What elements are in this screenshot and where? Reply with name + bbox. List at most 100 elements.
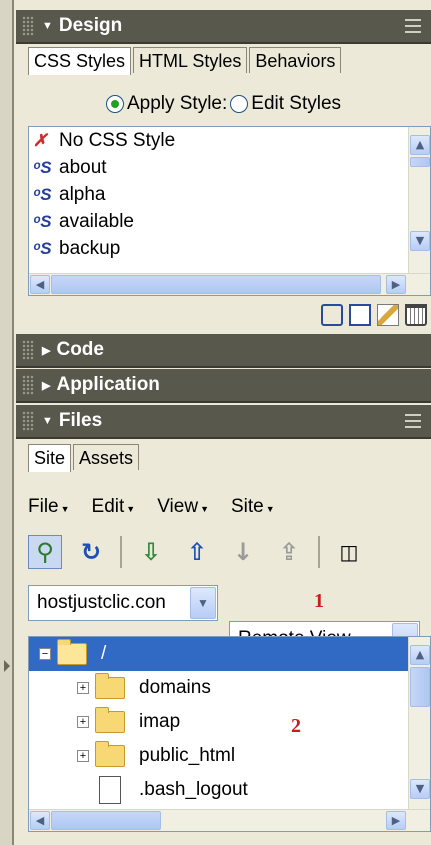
panel-options-icon[interactable] [405, 19, 421, 33]
tree-row[interactable]: − / [29, 637, 408, 671]
trash-icon[interactable] [405, 304, 427, 326]
folder-icon [95, 673, 125, 699]
scroll-down-icon[interactable]: ▼ [410, 779, 430, 799]
scroll-right-icon[interactable]: ▶ [386, 275, 406, 294]
scroll-thumb[interactable] [410, 157, 430, 167]
style-mode-radio-group: Apply Style: Edit Styles [16, 92, 431, 116]
put-files-icon[interactable]: ⇧ [180, 535, 214, 569]
menu-file[interactable]: File ▼ [28, 496, 70, 520]
gripper-icon[interactable] [22, 411, 34, 431]
panel-title: Files [58, 410, 103, 431]
tree-row[interactable]: + domains [29, 671, 408, 705]
files-toolbar: ⚲ ↻ ⇩ ⇧ ↓ ⇪ ◫ [28, 532, 431, 572]
panel-title: Code [56, 339, 104, 360]
css-toolbar [16, 304, 431, 330]
css-style-icon: ᵒS [33, 211, 52, 231]
design-panel-header[interactable]: ▼ Design [16, 10, 431, 44]
expand-icon[interactable]: + [77, 716, 89, 728]
horizontal-scrollbar[interactable]: ◀ ▶ [29, 273, 430, 295]
check-in-icon[interactable]: ⇪ [272, 535, 306, 569]
css-style-icon: ᵒS [33, 184, 52, 204]
files-panel-header[interactable]: ▼ Files [16, 405, 431, 439]
annotation-marker-2: 2 [291, 715, 301, 737]
tab-behaviors[interactable]: Behaviors [249, 47, 342, 73]
code-panel-header[interactable]: ▶ Code [16, 334, 431, 368]
scroll-left-icon[interactable]: ◀ [30, 811, 50, 830]
chevron-down-icon: ▼ [200, 504, 209, 514]
tab-assets[interactable]: Assets [73, 444, 140, 470]
list-item[interactable]: ᵒS available [29, 208, 408, 235]
site-select[interactable]: hostjustclic.con ▼ [28, 585, 218, 621]
tab-css-styles[interactable]: CSS Styles [28, 47, 132, 75]
edit-styles-label: Edit Styles [251, 93, 342, 114]
menu-edit[interactable]: Edit ▼ [92, 496, 136, 520]
scroll-down-icon[interactable]: ▼ [410, 231, 430, 251]
attach-stylesheet-icon[interactable] [321, 304, 343, 326]
chevron-down-icon: ▼ [265, 504, 275, 514]
expand-panel-icon[interactable]: ◫ [332, 535, 366, 569]
css-style-icon: ᵒS [33, 157, 52, 177]
no-style-icon: ✗ [33, 130, 48, 150]
chevron-down-icon: ▼ [60, 504, 70, 514]
chevron-down-icon[interactable]: ▼ [190, 587, 216, 619]
collapse-icon[interactable]: − [39, 648, 51, 660]
menu-view[interactable]: View ▼ [157, 496, 209, 520]
refresh-icon[interactable]: ↻ [74, 535, 108, 569]
apply-style-label: Apply Style: [126, 93, 228, 114]
tree-row[interactable]: + public_html [29, 739, 408, 773]
connect-icon[interactable]: ⚲ [28, 535, 62, 569]
scroll-up-icon[interactable]: ▲ [410, 645, 430, 665]
tree-row[interactable]: .bash_logout [29, 773, 408, 807]
scroll-left-icon[interactable]: ◀ [30, 275, 50, 294]
toolbar-separator [120, 536, 122, 568]
files-tabs: Site Assets [16, 444, 431, 472]
gripper-icon[interactable] [22, 16, 34, 36]
remote-file-tree: − / + domains + imap + public_html .bash… [28, 636, 431, 832]
collapsed-triangle-icon: ▶ [42, 379, 51, 392]
new-style-icon[interactable] [349, 304, 371, 326]
gripper-icon[interactable] [22, 375, 34, 395]
apply-style-radio[interactable] [105, 95, 124, 113]
scroll-thumb[interactable] [410, 667, 430, 707]
panel-options-icon[interactable] [405, 414, 421, 428]
collapse-arrow-icon[interactable] [4, 660, 10, 672]
horizontal-scrollbar[interactable]: ◀ ▶ [29, 809, 430, 831]
gripper-icon[interactable] [22, 340, 34, 360]
application-panel-header[interactable]: ▶ Application [16, 369, 431, 403]
get-files-icon[interactable]: ⇩ [134, 535, 168, 569]
collapsed-triangle-icon: ▶ [42, 344, 51, 357]
scroll-thumb[interactable] [51, 811, 161, 830]
list-item[interactable]: ᵒS about [29, 154, 408, 181]
chevron-down-icon: ▼ [126, 504, 136, 514]
scroll-up-icon[interactable]: ▲ [410, 135, 430, 155]
folder-icon [95, 741, 125, 767]
scroll-right-icon[interactable]: ▶ [386, 811, 406, 830]
panel-title: Design [58, 15, 123, 36]
list-item[interactable]: ᵒS alpha [29, 181, 408, 208]
list-item[interactable]: ᵒS backup [29, 235, 408, 262]
vertical-scrollbar[interactable]: ▲ ▼ [408, 637, 430, 811]
panel-title: Application [56, 374, 160, 395]
list-item[interactable]: ✗ No CSS Style [29, 127, 408, 154]
check-out-icon[interactable]: ↓ [226, 535, 260, 569]
vertical-scrollbar[interactable]: ▲ ▼ [408, 127, 430, 275]
tab-html-styles[interactable]: HTML Styles [133, 47, 248, 73]
design-tabs: CSS Styles HTML Styles Behaviors [16, 47, 431, 75]
panel-dock-strip [0, 0, 14, 845]
edit-styles-radio[interactable] [230, 95, 249, 113]
expanded-triangle-icon: ▼ [42, 20, 53, 32]
file-icon [99, 776, 121, 804]
folder-icon [95, 707, 125, 733]
scroll-thumb[interactable] [51, 275, 381, 294]
toolbar-separator [318, 536, 320, 568]
tab-site[interactable]: Site [28, 444, 72, 472]
expand-icon[interactable]: + [77, 682, 89, 694]
menu-site[interactable]: Site ▼ [231, 496, 275, 520]
css-style-icon: ᵒS [33, 238, 52, 258]
css-styles-list: ✗ No CSS Style ᵒS about ᵒS alpha ᵒS avai… [28, 126, 431, 296]
tree-row[interactable]: + imap [29, 705, 408, 739]
edit-style-icon[interactable] [377, 304, 399, 326]
annotation-marker-1: 1 [314, 590, 324, 612]
expand-icon[interactable]: + [77, 750, 89, 762]
expanded-triangle-icon: ▼ [42, 415, 53, 427]
